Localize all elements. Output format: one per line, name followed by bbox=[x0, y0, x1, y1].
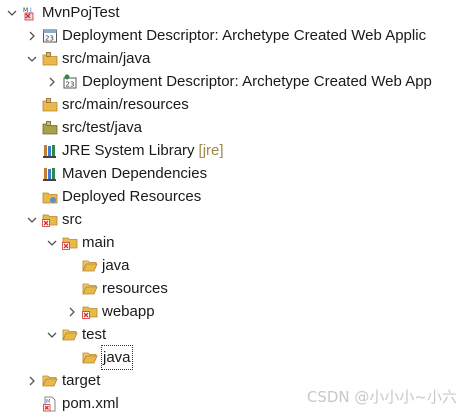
src-main-java-label: src/main/java bbox=[62, 50, 151, 67]
deployment-descriptor-icon: 23 bbox=[43, 29, 57, 42]
pom-label: pom.xml bbox=[62, 395, 119, 412]
chevron-down-icon[interactable] bbox=[26, 47, 38, 70]
maven-project-icon: M J bbox=[23, 7, 34, 20]
folder-error-icon bbox=[62, 237, 78, 250]
folder-open-icon bbox=[82, 260, 98, 271]
tree-row-dd-child[interactable]: 23 Deployment Descriptor: Archetype Crea… bbox=[0, 70, 469, 93]
tree-row-src-main-resources[interactable]: src/main/resources bbox=[0, 93, 469, 116]
deployment-descriptor-java-icon: 23 bbox=[63, 74, 77, 88]
src-test-java-label: src/test/java bbox=[62, 119, 143, 136]
folder-open-icon bbox=[42, 375, 58, 386]
tree-row-src[interactable]: src bbox=[0, 208, 469, 231]
folder-open-icon bbox=[82, 352, 98, 363]
folder-error-icon bbox=[42, 214, 58, 227]
chevron-right-icon[interactable] bbox=[66, 300, 78, 323]
test-source-folder-icon bbox=[42, 120, 58, 134]
tree-row-project[interactable]: M J MvnPojTest bbox=[0, 1, 469, 24]
test-java-label: java bbox=[101, 345, 133, 370]
tree-row-main-java[interactable]: java bbox=[0, 254, 469, 277]
tree-row-src-main-java[interactable]: src/main/java bbox=[0, 47, 469, 70]
maven-dependencies-label: Maven Dependencies bbox=[62, 165, 208, 182]
tree-row-test-java[interactable]: java bbox=[0, 345, 469, 370]
webapp-label: webapp bbox=[102, 303, 155, 320]
folder-error-icon bbox=[82, 306, 98, 319]
library-icon bbox=[43, 144, 56, 158]
main-label: main bbox=[82, 234, 115, 251]
project-name: MvnPojTest bbox=[42, 4, 120, 21]
tree-row-deployed-resources[interactable]: Deployed Resources bbox=[0, 185, 469, 208]
project-explorer-tree: M J MvnPojTest 23 Deployment Descriptor:… bbox=[0, 0, 469, 415]
chevron-down-icon[interactable] bbox=[46, 231, 58, 254]
source-folder-icon bbox=[42, 51, 58, 65]
folder-open-icon bbox=[82, 283, 98, 294]
svg-text:23: 23 bbox=[45, 34, 54, 42]
folder-open-icon bbox=[62, 329, 78, 340]
test-label: test bbox=[82, 326, 107, 343]
xml-file-error-icon: M bbox=[43, 396, 56, 411]
dd-child-label: Deployment Descriptor: Archetype Created… bbox=[82, 73, 432, 90]
tree-row-main-resources[interactable]: resources bbox=[0, 277, 469, 300]
watermark: CSDN @小小小~小六 bbox=[306, 388, 457, 406]
chevron-right-icon[interactable] bbox=[46, 70, 58, 93]
tree-row-jre[interactable]: JRE System Library [jre] bbox=[0, 139, 469, 162]
tree-row-test[interactable]: test bbox=[0, 323, 469, 346]
tree-row-main[interactable]: main bbox=[0, 231, 469, 254]
main-resources-label: resources bbox=[102, 280, 168, 297]
source-folder-icon bbox=[42, 97, 58, 111]
tree-row-maven-dependencies[interactable]: Maven Dependencies bbox=[0, 162, 469, 185]
jre-label: JRE System Library bbox=[62, 142, 195, 159]
library-icon bbox=[43, 167, 56, 181]
chevron-right-icon[interactable] bbox=[26, 24, 38, 47]
tree-row-src-test-java[interactable]: src/test/java bbox=[0, 116, 469, 139]
deployed-resources-folder-icon bbox=[42, 192, 58, 203]
src-main-resources-label: src/main/resources bbox=[62, 96, 189, 113]
jre-decoration: [jre] bbox=[198, 142, 224, 159]
deployed-resources-label: Deployed Resources bbox=[62, 188, 202, 205]
src-label: src bbox=[62, 211, 82, 228]
chevron-down-icon[interactable] bbox=[26, 208, 38, 231]
chevron-down-icon[interactable] bbox=[6, 1, 18, 24]
tree-row-webapp[interactable]: webapp bbox=[0, 300, 469, 323]
chevron-right-icon[interactable] bbox=[26, 369, 38, 392]
svg-text:23: 23 bbox=[66, 80, 75, 88]
tree-row-deployment-descriptor[interactable]: 23 Deployment Descriptor: Archetype Crea… bbox=[0, 24, 469, 47]
deployment-descriptor-label: Deployment Descriptor: Archetype Created… bbox=[62, 27, 427, 44]
target-label: target bbox=[62, 372, 101, 389]
main-java-label: java bbox=[102, 257, 130, 274]
chevron-down-icon[interactable] bbox=[46, 323, 58, 346]
